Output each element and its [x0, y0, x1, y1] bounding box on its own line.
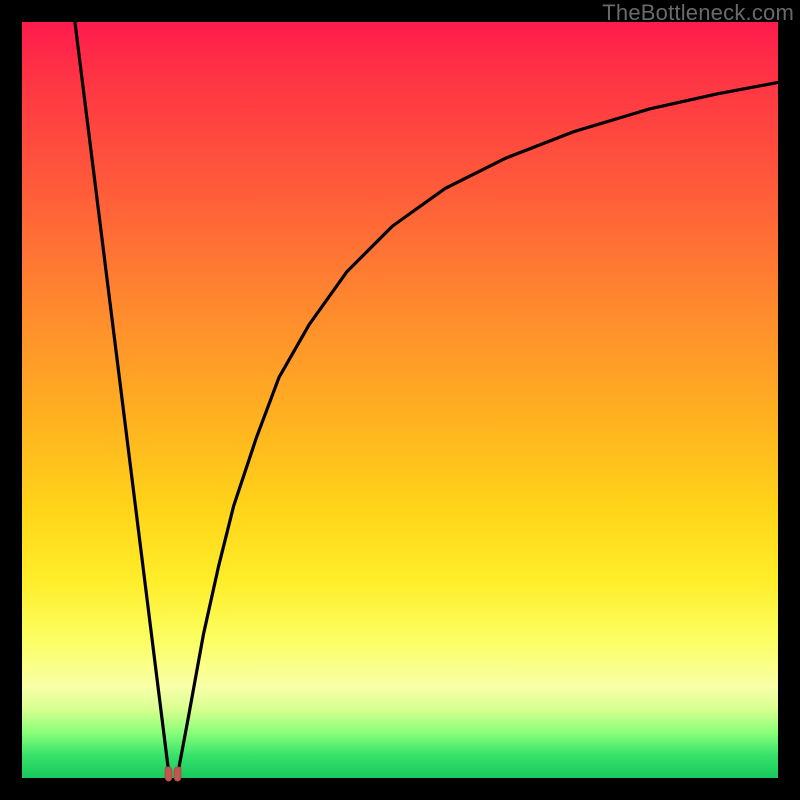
bottleneck-curve: [22, 22, 778, 778]
plot-area: [22, 22, 778, 778]
curve-right-branch: [177, 82, 778, 778]
watermark-text: TheBottleneck.com: [602, 0, 794, 26]
curve-left-branch: [75, 22, 170, 778]
chart-frame: TheBottleneck.com: [0, 0, 800, 800]
